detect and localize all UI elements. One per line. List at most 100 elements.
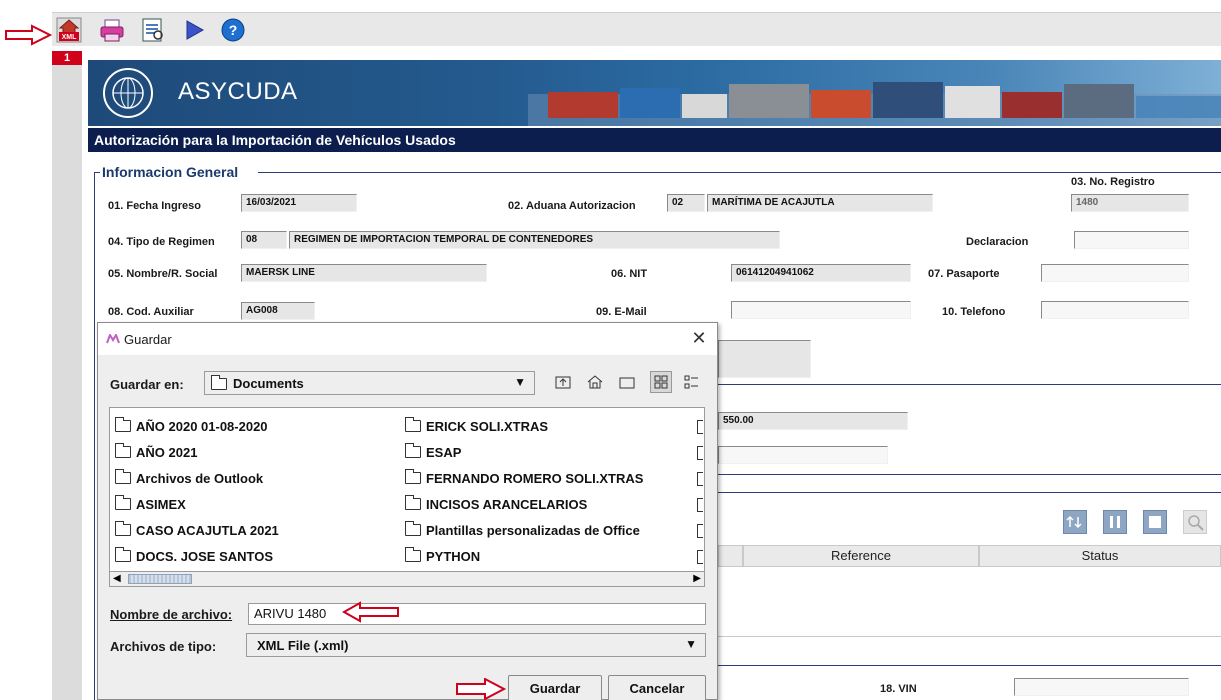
home-icon <box>587 375 603 389</box>
list-item[interactable]: PYTHON <box>404 546 480 566</box>
list-item[interactable]: AÑO 2021 <box>114 442 197 462</box>
help-button[interactable]: ? <box>220 17 246 43</box>
email-label: 09. E-Mail <box>596 306 647 318</box>
tipo-regimen-field[interactable]: REGIMEN DE IMPORTACION TEMPORAL DE CONTE… <box>289 231 780 249</box>
folder-icon <box>114 417 131 432</box>
java-app-icon <box>106 334 120 344</box>
folder-icon <box>404 443 421 458</box>
new-folder-button[interactable] <box>616 371 638 393</box>
list-item[interactable]: ERICK SOLI.XTRAS <box>404 416 548 436</box>
file-list: AÑO 2020 01-08-2020 AÑO 2021 Archivos de… <box>109 407 705 587</box>
svg-text:XML: XML <box>62 34 78 41</box>
play-icon <box>186 20 205 40</box>
tipo-regimen-code-field[interactable]: 08 <box>241 231 287 249</box>
nit-field[interactable]: 06141204941062 <box>731 264 911 282</box>
obscured-field-2[interactable] <box>718 446 888 464</box>
telefono-field[interactable] <box>1041 301 1189 319</box>
list-item[interactable]: DOCS. JOSE SANTOS <box>114 546 273 566</box>
scrollbar-thumb[interactable] <box>128 574 192 584</box>
annotation-arrow-toolbar <box>5 24 52 46</box>
list-item[interactable]: Plantillas personalizadas de Office <box>404 520 640 540</box>
search-icon <box>1188 515 1204 531</box>
filetype-label: Archivos de tipo: <box>110 639 217 654</box>
left-tab-panel <box>52 65 82 700</box>
save-in-select[interactable]: Documents ▼ <box>204 371 535 395</box>
pasaporte-label: 07. Pasaporte <box>928 268 1000 280</box>
save-dialog: Guardar ✕ Guardar en: Documents ▼ AÑO 20… <box>97 322 718 700</box>
nit-label: 06. NIT <box>611 268 648 280</box>
horizontal-scrollbar[interactable]: ◀ ▶ <box>109 571 705 587</box>
help-icon: ? <box>221 18 245 42</box>
filetype-select[interactable]: XML File (.xml) ▼ <box>246 633 706 657</box>
aduana-code-field[interactable]: 02 <box>667 194 705 212</box>
list-item[interactable]: INCISOS ARANCELARIOS <box>404 494 587 514</box>
save-button[interactable]: Guardar <box>508 675 602 700</box>
dialog-title: Guardar <box>124 332 172 347</box>
filename-input[interactable]: ARIVU 1480 <box>248 603 706 625</box>
cod-auxiliar-field[interactable]: AG008 <box>241 302 315 320</box>
grid-pause-button[interactable] <box>1103 510 1127 534</box>
registro-field[interactable]: 1480 <box>1071 194 1189 212</box>
vin-field[interactable] <box>1014 678 1189 696</box>
up-folder-icon <box>555 376 571 389</box>
telefono-label: 10. Telefono <box>942 306 1006 318</box>
xml-export-icon: XML <box>56 17 82 43</box>
fecha-ingreso-field[interactable]: 16/03/2021 <box>241 194 357 212</box>
run-button[interactable] <box>181 17 207 43</box>
home-button[interactable] <box>584 371 606 393</box>
filename-label: Nombre de archivo: <box>110 607 233 622</box>
annotation-arrow-filename <box>342 601 399 623</box>
stop-icon <box>1149 516 1161 528</box>
folder-icon <box>404 521 421 536</box>
amount-field[interactable]: 550.00 <box>718 412 908 430</box>
new-folder-icon <box>619 377 635 389</box>
scroll-left-icon[interactable]: ◀ <box>113 573 121 584</box>
details-view-button[interactable] <box>680 371 702 393</box>
grid-body <box>718 567 1221 637</box>
list-item[interactable]: AÑO 2020 01-08-2020 <box>114 416 268 436</box>
list-item[interactable]: ESAP <box>404 442 461 462</box>
annotation-arrow-save <box>456 678 507 700</box>
list-item[interactable]: Archivos de Outlook <box>114 468 263 488</box>
nombre-social-field[interactable]: MAERSK LINE <box>241 264 487 282</box>
section-informacion-general: Informacion General <box>100 164 241 180</box>
grid-header-status[interactable]: Status <box>979 545 1221 567</box>
fecha-ingreso-label: 01. Fecha Ingreso <box>108 200 201 212</box>
vin-label: 18. VIN <box>880 683 917 695</box>
cancel-button[interactable]: Cancelar <box>608 675 706 700</box>
chevron-down-icon: ▼ <box>685 637 697 651</box>
email-field[interactable] <box>731 301 911 319</box>
obscured-field-1[interactable] <box>718 340 811 378</box>
pause-icon <box>1110 516 1120 528</box>
list-item[interactable]: CASO ACAJUTLA 2021 <box>114 520 279 540</box>
grid-sort-button[interactable] <box>1063 510 1087 534</box>
list-view-button[interactable] <box>650 371 672 393</box>
grid-header-reference[interactable]: Reference <box>743 545 979 567</box>
print-button[interactable] <box>99 17 125 43</box>
folder-icon <box>114 443 131 458</box>
folder-icon <box>404 417 421 432</box>
grid-search-button[interactable] <box>1183 510 1207 534</box>
pasaporte-field[interactable] <box>1041 264 1189 282</box>
aduana-name-field[interactable]: MARÍTIMA DE ACAJUTLA <box>707 194 933 212</box>
form-tab-number[interactable]: 1 <box>52 51 82 65</box>
declaracion-label: Declaracion <box>966 236 1029 248</box>
scroll-right-icon[interactable]: ▶ <box>693 573 701 584</box>
preview-button[interactable] <box>140 17 166 43</box>
declaracion-field[interactable] <box>1074 231 1189 249</box>
details-view-icon <box>684 375 698 389</box>
xml-export-button[interactable]: XML <box>56 17 82 43</box>
folder-icon <box>114 521 131 536</box>
close-icon[interactable]: ✕ <box>689 328 709 348</box>
list-item[interactable]: ASIMEX <box>114 494 186 514</box>
sort-icon <box>1066 515 1082 529</box>
folder-icon <box>404 547 421 562</box>
svg-text:?: ? <box>229 22 238 38</box>
up-folder-button[interactable] <box>552 371 574 393</box>
list-view-icon <box>654 375 668 389</box>
registro-label: 03. No. Registro <box>1071 176 1155 188</box>
asycuda-banner: ASYCUDA <box>88 60 1221 126</box>
grid-stop-button[interactable] <box>1143 510 1167 534</box>
folder-icon <box>114 495 131 510</box>
list-item[interactable]: FERNANDO ROMERO SOLI.XTRAS <box>404 468 643 488</box>
